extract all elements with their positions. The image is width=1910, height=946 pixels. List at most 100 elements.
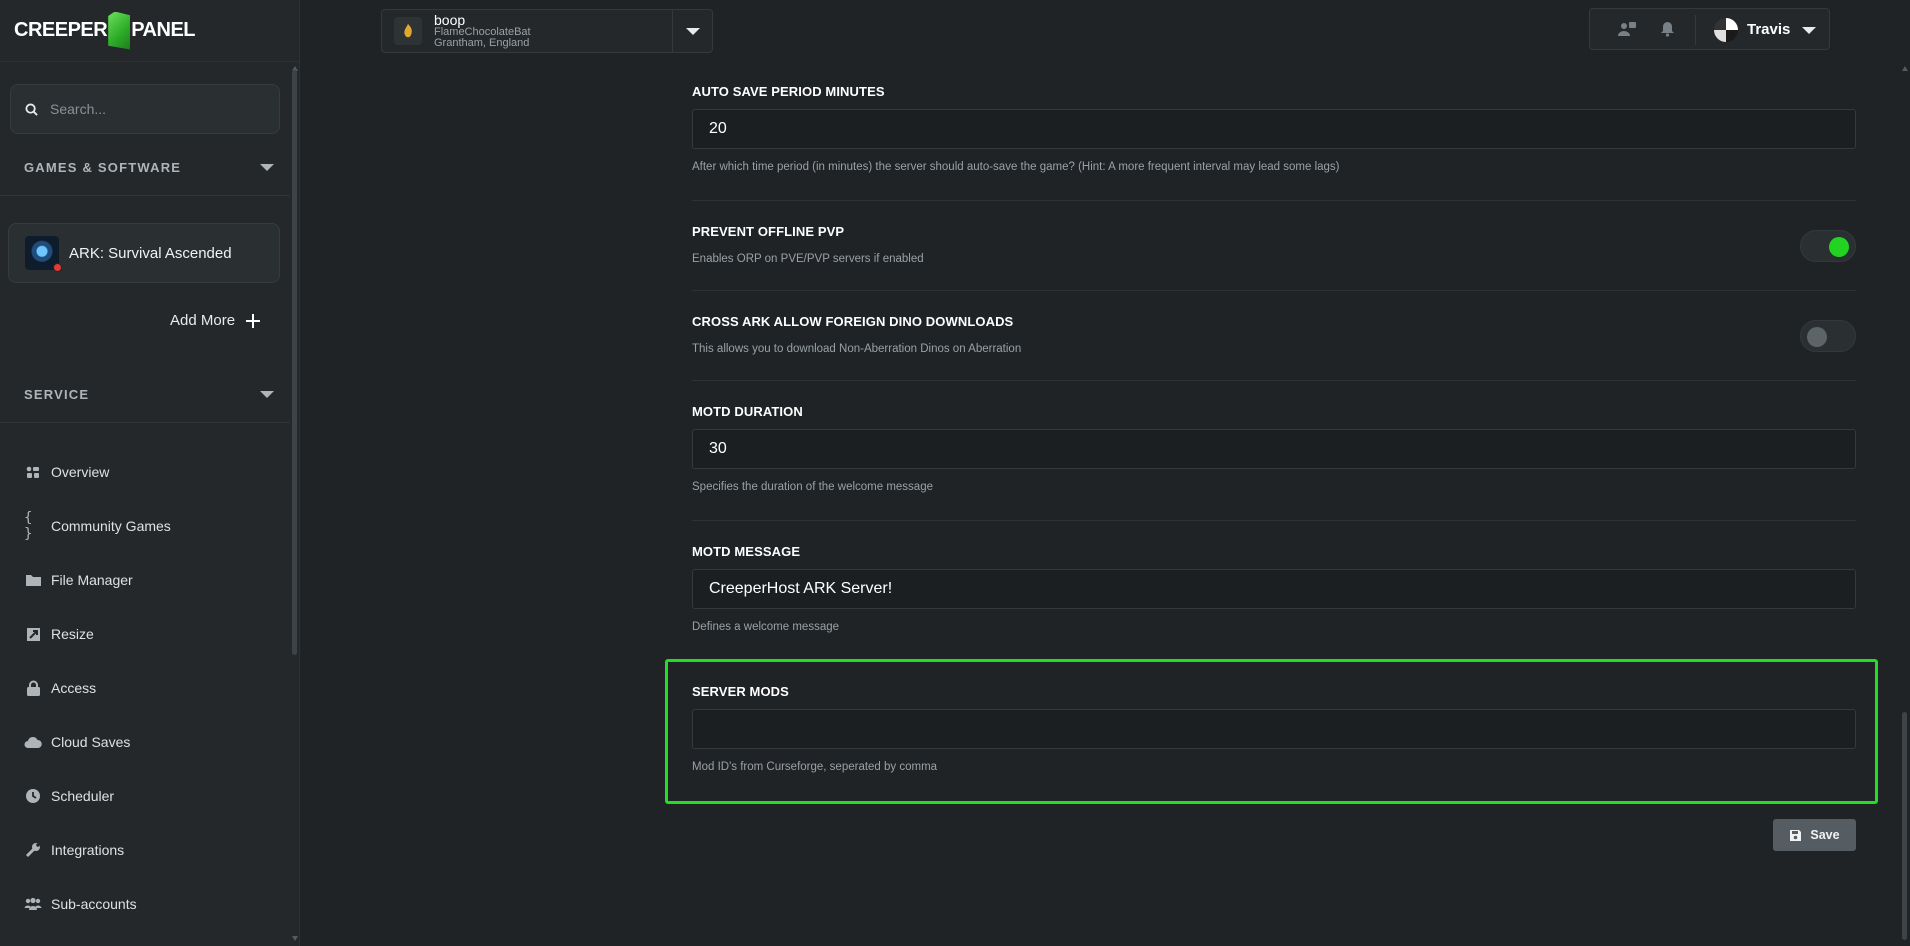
field-help: This allows you to download Non-Aberrati… — [692, 343, 1022, 355]
nav-sub-accounts[interactable]: Sub-accounts — [24, 895, 137, 913]
nav-cloud-saves[interactable]: Cloud Saves — [24, 733, 130, 751]
nav-label: Resize — [51, 626, 94, 642]
nav-integrations[interactable]: Integrations — [24, 841, 124, 859]
auto-save-input[interactable]: 20 — [692, 109, 1856, 149]
server-dropdown-toggle[interactable] — [672, 10, 712, 52]
games-heading: GAMES & SOFTWARE — [24, 160, 182, 175]
server-game-icon — [394, 17, 422, 45]
field-label: PREVENT OFFLINE PVP — [692, 224, 845, 239]
chevron-down-icon — [685, 27, 700, 35]
brand-logo[interactable]: CREEPER PANEL — [0, 0, 299, 62]
toggle-knob — [1807, 327, 1827, 347]
setting-cross-ark-dino: CROSS ARK ALLOW FOREIGN DINO DOWNLOADS T… — [692, 314, 1856, 355]
main-scrollbar[interactable] — [1902, 712, 1907, 940]
setting-prevent-offline-pvp: PREVENT OFFLINE PVP Enables ORP on PVE/P… — [692, 224, 1856, 265]
server-location: Grantham, England — [434, 37, 530, 49]
motd-duration-input[interactable]: 30 — [692, 429, 1856, 469]
server-mods-input[interactable] — [692, 709, 1856, 749]
nav-file-manager[interactable]: File Manager — [24, 571, 133, 589]
setting-motd-duration: MOTD DURATION 30 Specifies the duration … — [692, 404, 1856, 493]
setting-server-mods: SERVER MODS Mod ID's from Curseforge, se… — [692, 684, 1856, 773]
nav-label: Scheduler — [51, 788, 115, 804]
divider — [1695, 15, 1696, 45]
nav-label: Sub-accounts — [51, 896, 137, 912]
divider — [692, 520, 1856, 521]
braces-icon: { } — [24, 510, 33, 542]
contacts-icon[interactable] — [1618, 21, 1636, 37]
server-name: boop — [434, 12, 466, 28]
setting-motd-message: MOTD MESSAGE CreeperHost ARK Server! Def… — [692, 544, 1856, 633]
divider — [692, 380, 1856, 381]
chevron-down-icon — [260, 164, 274, 171]
status-dot — [53, 263, 62, 272]
nav-access[interactable]: Access — [24, 679, 96, 697]
grid-icon — [24, 463, 42, 481]
brand-left: CREEPER — [14, 19, 108, 41]
field-help: Mod ID's from Curseforge, seperated by c… — [692, 761, 938, 773]
nav-overview[interactable]: Overview — [24, 463, 109, 481]
game-name: ARK: Survival Ascended — [69, 244, 232, 262]
user-toolbar: Travis — [1589, 8, 1830, 50]
clock-icon — [24, 787, 42, 805]
search-placeholder: Search... — [50, 101, 107, 117]
nav-label: Community Games — [51, 518, 171, 534]
divider — [0, 422, 290, 423]
nav-label: File Manager — [51, 572, 133, 588]
brand-right: PANEL — [131, 19, 196, 41]
nav-resize[interactable]: Resize — [24, 625, 94, 643]
field-label: MOTD DURATION — [692, 404, 803, 419]
nav-label: Integrations — [51, 842, 125, 858]
toggle-knob — [1829, 237, 1849, 257]
prevent-pvp-toggle[interactable] — [1800, 230, 1856, 262]
nav-label: Cloud Saves — [51, 734, 131, 750]
field-label: MOTD MESSAGE — [692, 544, 801, 559]
save-label: Save — [1810, 828, 1840, 842]
folder-icon — [24, 571, 42, 589]
chevron-down-icon[interactable] — [1802, 27, 1816, 34]
cloud-icon — [24, 733, 42, 751]
field-label: SERVER MODS — [692, 684, 789, 699]
games-section-toggle[interactable]: GAMES & SOFTWARE — [24, 160, 274, 175]
bell-icon[interactable] — [1660, 21, 1675, 37]
nav-scheduler[interactable]: Scheduler — [24, 787, 114, 805]
scroll-down-arrow[interactable] — [292, 936, 298, 941]
game-card[interactable]: ARK: Survival Ascended — [8, 223, 280, 283]
plus-icon — [246, 313, 261, 328]
users-icon — [24, 895, 42, 913]
search-icon — [25, 102, 38, 116]
save-button[interactable]: Save — [1773, 819, 1856, 851]
field-help: Specifies the duration of the welcome me… — [692, 481, 933, 493]
setting-auto-save-period: AUTO SAVE PERIOD MINUTES 20 After which … — [692, 84, 1856, 173]
server-switcher[interactable]: boop FlameChocolateBat Grantham, England — [381, 9, 713, 53]
cross-ark-toggle[interactable] — [1800, 320, 1856, 352]
scroll-up-arrow[interactable] — [1902, 66, 1908, 71]
motd-message-input[interactable]: CreeperHost ARK Server! — [692, 569, 1856, 609]
creeper-cube-icon — [108, 11, 131, 50]
service-section-toggle[interactable]: SERVICE — [24, 387, 274, 402]
ark-game-icon — [25, 236, 62, 272]
service-heading: SERVICE — [24, 387, 90, 402]
divider — [692, 200, 1856, 201]
nav-label: Access — [51, 680, 97, 696]
field-help: After which time period (in minutes) the… — [692, 161, 1340, 173]
sidebar: CREEPER PANEL Search... GAMES & SOFTWARE… — [0, 0, 300, 946]
field-help: Defines a welcome message — [692, 621, 840, 633]
nav-label: Overview — [51, 464, 110, 480]
search-input[interactable]: Search... — [10, 84, 280, 134]
field-label: AUTO SAVE PERIOD MINUTES — [692, 84, 885, 99]
field-help: Enables ORP on PVE/PVP servers if enable… — [692, 253, 924, 265]
divider — [0, 195, 290, 196]
field-label: CROSS ARK ALLOW FOREIGN DINO DOWNLOADS — [692, 314, 1014, 329]
add-more-label: Add More — [170, 312, 236, 329]
server-info: boop FlameChocolateBat Grantham, England — [434, 13, 531, 49]
nav-community-games[interactable]: { } Community Games — [24, 510, 171, 542]
lock-icon — [24, 679, 42, 697]
chevron-down-icon — [260, 391, 274, 398]
user-name[interactable]: Travis — [1747, 21, 1790, 38]
avatar[interactable] — [1714, 18, 1738, 42]
resize-icon — [24, 625, 42, 643]
add-more-button[interactable]: Add More — [170, 312, 261, 329]
sidebar-scrollbar[interactable] — [292, 70, 297, 655]
wrench-icon — [24, 841, 42, 859]
floppy-disk-icon — [1790, 829, 1802, 841]
